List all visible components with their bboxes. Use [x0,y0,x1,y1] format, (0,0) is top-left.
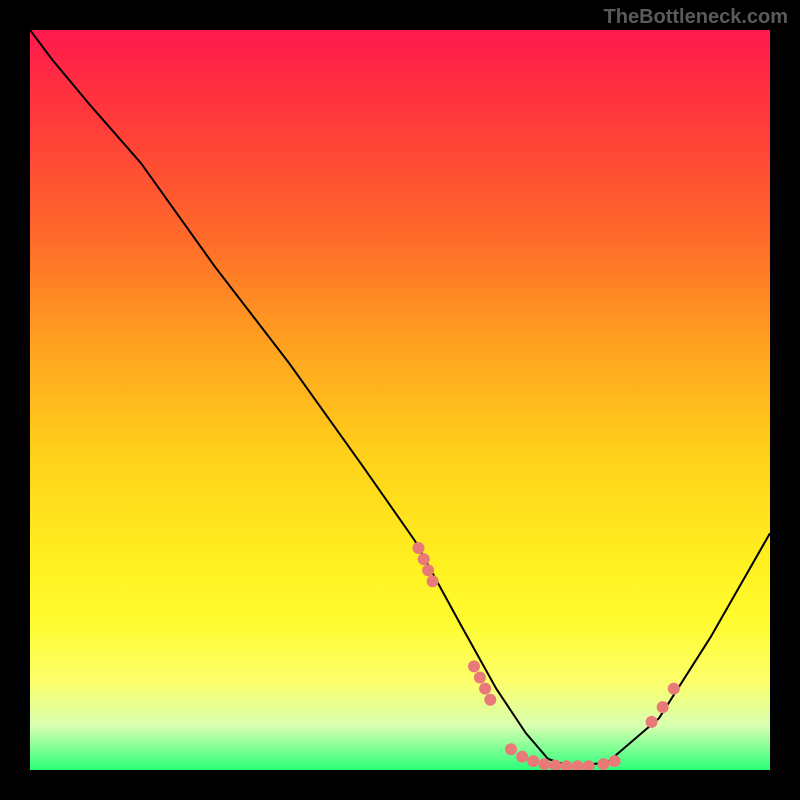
data-marker [516,751,528,763]
curve-path [30,30,770,766]
data-marker [418,553,430,565]
data-marker [561,760,573,770]
chart-plot-area [30,30,770,770]
data-marker [527,755,539,767]
data-marker [505,743,517,755]
data-marker [479,683,491,695]
data-marker [549,760,561,770]
chart-svg [30,30,770,770]
data-marker [422,564,434,576]
data-marker [413,542,425,554]
data-marker [598,758,610,770]
data-marker [572,760,584,770]
data-marker [538,758,550,770]
data-marker [609,755,621,767]
data-marker [468,660,480,672]
data-marker [474,672,486,684]
data-marker [427,575,439,587]
data-marker [668,683,680,695]
bottleneck-curve-line [30,30,770,766]
data-marker [657,701,669,713]
watermark-text: TheBottleneck.com [604,6,788,29]
data-marker [583,760,595,770]
data-marker [484,694,496,706]
data-marker [646,716,658,728]
